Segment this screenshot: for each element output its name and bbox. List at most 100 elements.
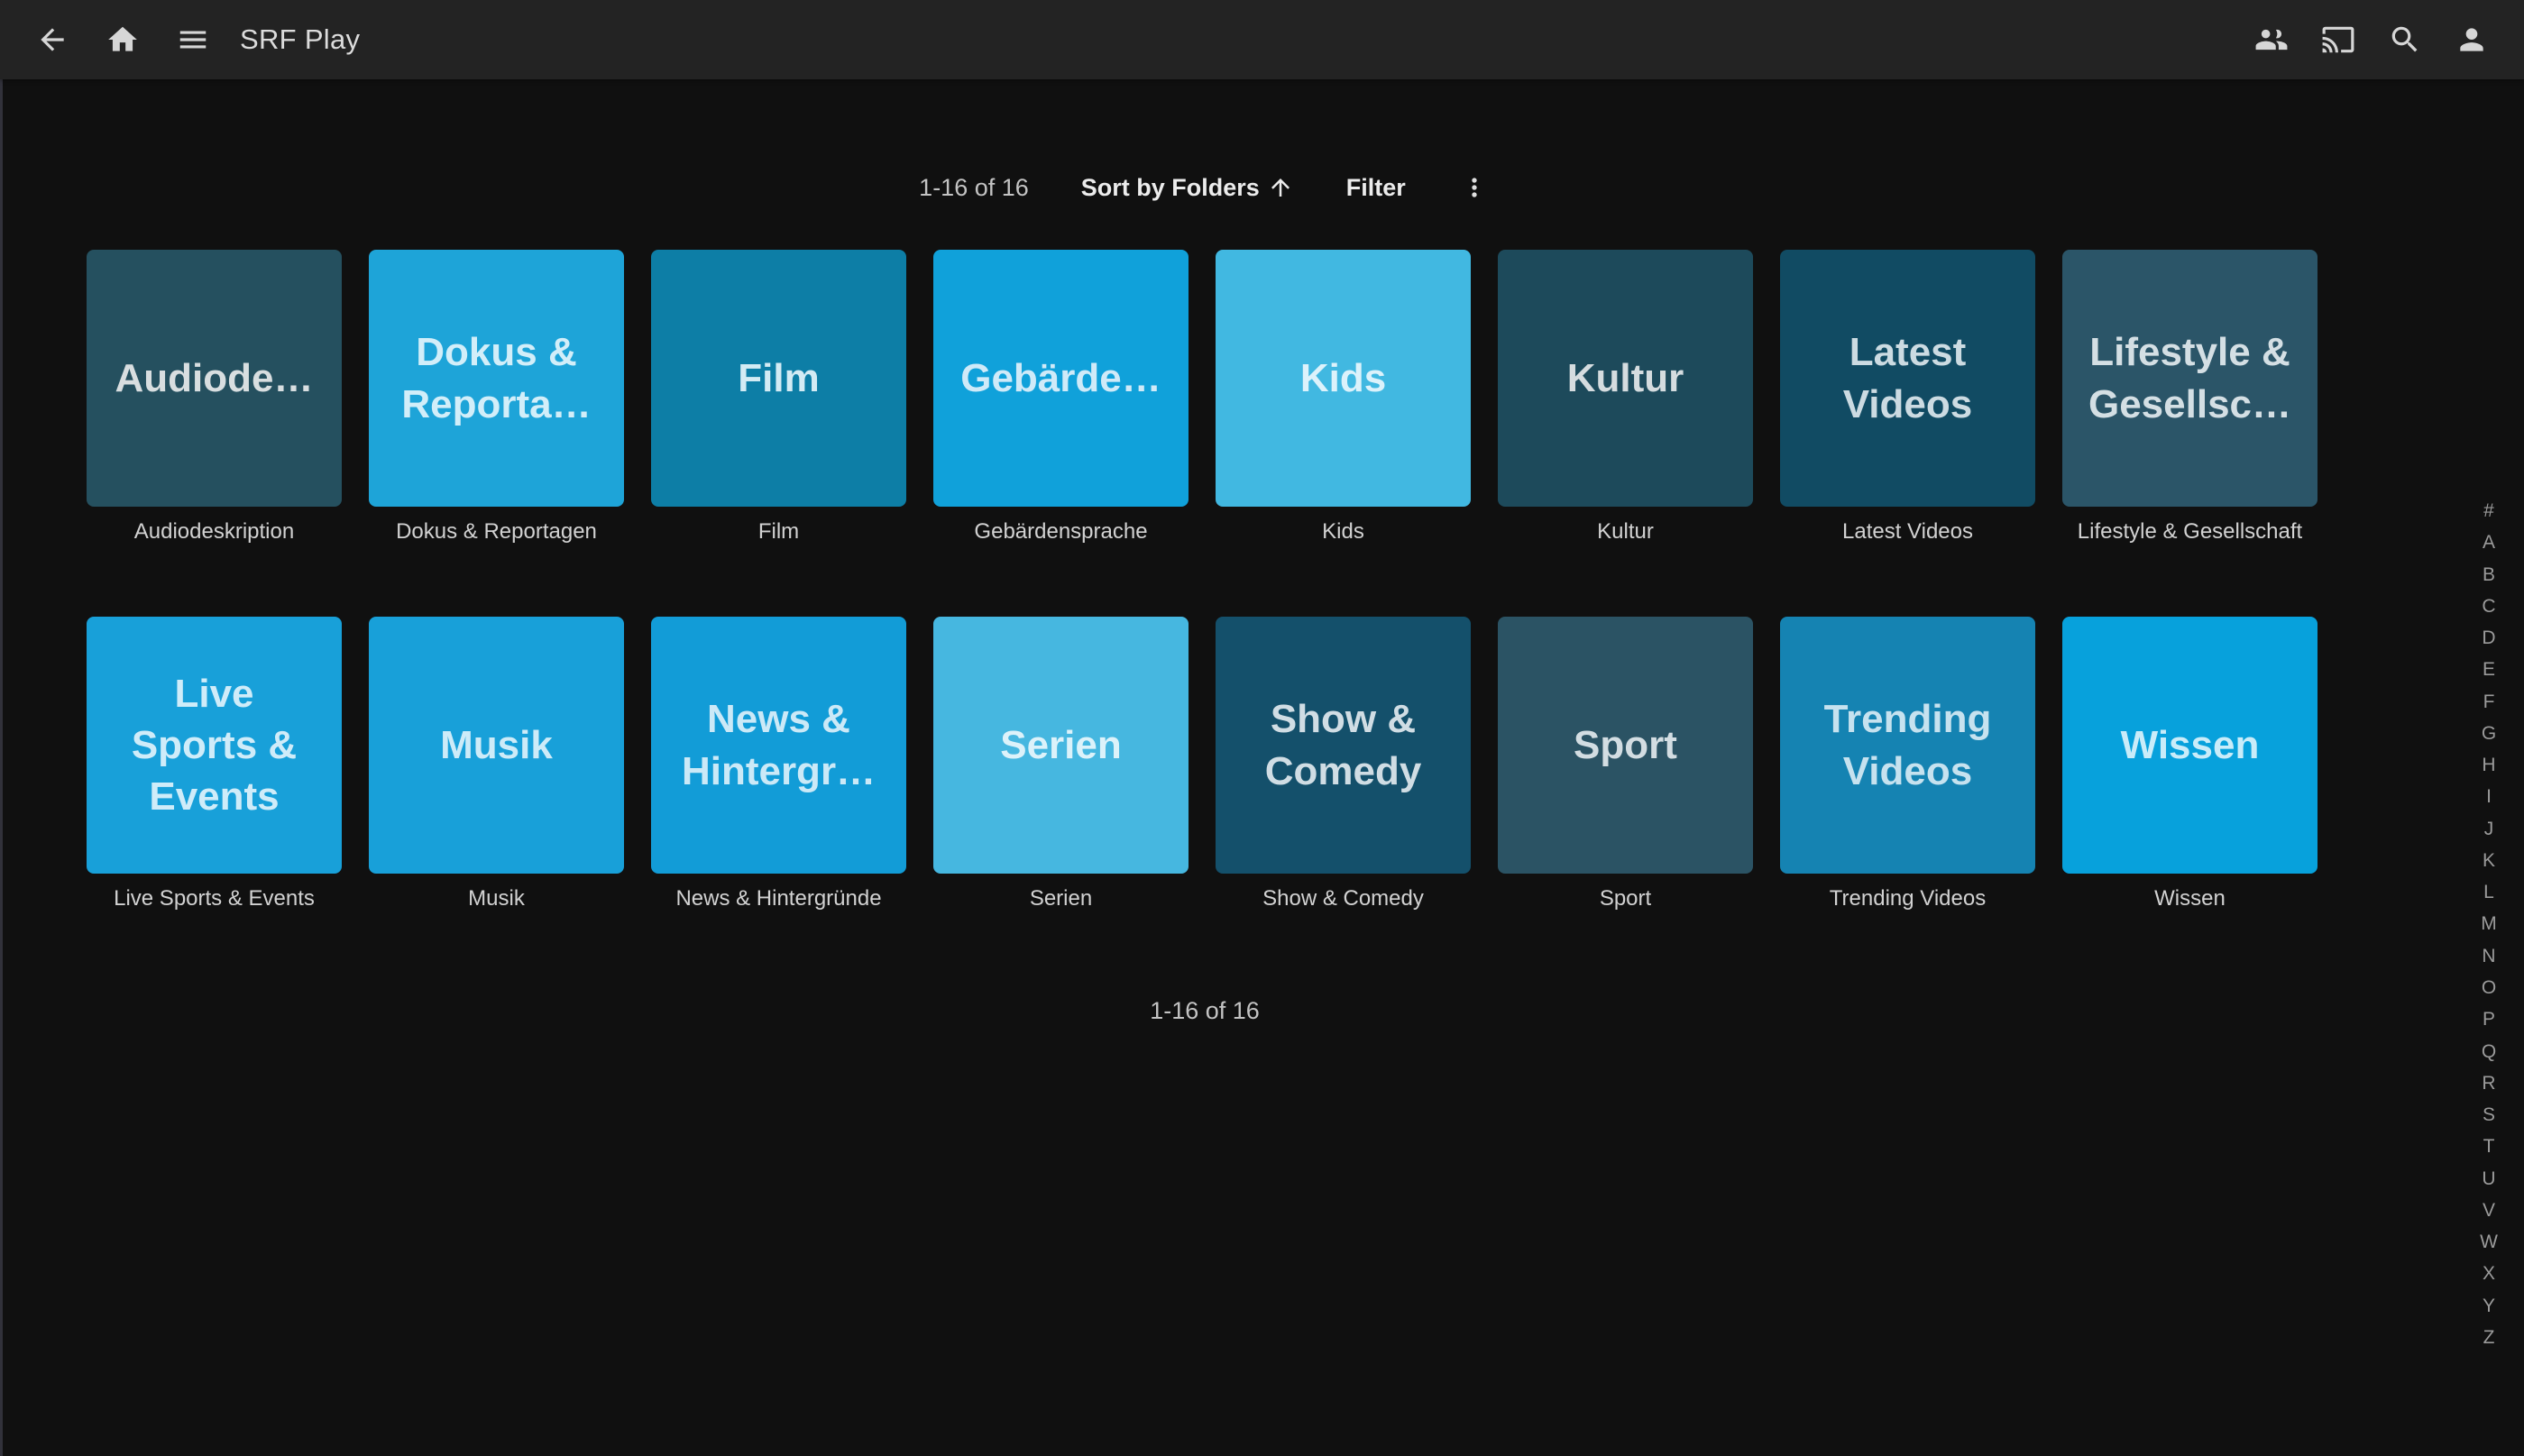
library-tile-image[interactable]: Live Sports & Events [87, 617, 342, 874]
library-tile-image[interactable]: Sport [1498, 617, 1753, 874]
alphabet-letter[interactable]: P [2483, 1010, 2495, 1029]
cast-icon [2321, 23, 2355, 57]
library-tile-caption[interactable]: Sport [1498, 886, 1753, 911]
alphabet-letter[interactable]: A [2483, 533, 2495, 552]
library-tile-title: Serien [993, 719, 1129, 771]
library-tile-caption[interactable]: Audiodeskription [87, 519, 342, 545]
window-edge-line [0, 0, 3, 1456]
library-tile-image[interactable]: News & Hintergr… [651, 617, 906, 874]
alphabet-letter[interactable]: C [2482, 597, 2495, 616]
library-tile-caption[interactable]: Kids [1216, 519, 1471, 545]
alphabet-letter[interactable]: F [2483, 692, 2495, 711]
arrow-upward-icon [1267, 174, 1294, 201]
alphabet-letter[interactable]: S [2483, 1105, 2495, 1124]
alphabet-letter[interactable]: V [2483, 1201, 2495, 1220]
library-tile: Lifestyle & Gesellsc… Lifestyle & Gesell… [2062, 250, 2317, 545]
library-tile-image[interactable]: Wissen [2062, 617, 2317, 874]
app-bar: SRF Play [0, 0, 2524, 79]
library-tile: Kultur Kultur [1498, 250, 1753, 545]
library-tile-title: Audiode… [108, 353, 321, 404]
alphabet-letter[interactable]: W [2480, 1232, 2498, 1251]
home-icon [106, 23, 140, 57]
alphabet-letter[interactable]: J [2484, 820, 2494, 838]
alphabet-letter[interactable]: U [2482, 1169, 2495, 1188]
alphabet-picker[interactable]: # ABCDEFGHIJKLMNOPQRSTUVWXYZ [2474, 501, 2504, 1347]
home-button[interactable] [105, 22, 141, 58]
footer-item-count: 1-16 of 16 [0, 997, 2409, 1025]
library-tile-title: News & Hintergr… [675, 693, 883, 796]
menu-button[interactable] [175, 22, 211, 58]
alphabet-letter[interactable]: G [2482, 724, 2496, 743]
library-tile: Film Film [651, 250, 906, 545]
library-tile-caption[interactable]: Lifestyle & Gesellschaft [2062, 519, 2317, 545]
alphabet-letter[interactable]: L [2483, 883, 2494, 902]
library-tile: Musik Musik [369, 617, 624, 911]
library-tile-image[interactable]: Show & Comedy [1216, 617, 1471, 874]
library-tile-caption[interactable]: Musik [369, 886, 624, 911]
library-tile-caption[interactable]: Latest Videos [1780, 519, 2035, 545]
library-tile-image[interactable]: Kultur [1498, 250, 1753, 507]
user-button[interactable] [2454, 22, 2490, 58]
alphabet-letter[interactable]: O [2482, 978, 2496, 997]
library-tile-image[interactable]: Musik [369, 617, 624, 874]
back-button[interactable] [34, 22, 70, 58]
app-bar-left [34, 22, 211, 58]
library-tile-image[interactable]: Kids [1216, 250, 1471, 507]
library-tile-title: Sport [1566, 719, 1684, 771]
alphabet-letter[interactable]: Y [2483, 1296, 2495, 1315]
alphabet-letter[interactable]: E [2483, 660, 2495, 679]
library-tile-image[interactable]: Dokus & Reporta… [369, 250, 624, 507]
library-tile-caption[interactable]: Serien [933, 886, 1189, 911]
library-tile-image[interactable]: Film [651, 250, 906, 507]
library-tile: Audiode… Audiodeskription [87, 250, 342, 545]
library-tile-caption[interactable]: Wissen [2062, 886, 2317, 911]
library-tile-caption[interactable]: Film [651, 519, 906, 545]
library-tile-caption[interactable]: Trending Videos [1780, 886, 2035, 911]
alphabet-letter[interactable]: M [2481, 914, 2497, 933]
people-button[interactable] [2253, 22, 2290, 58]
search-button[interactable] [2387, 22, 2423, 58]
library-tile-caption[interactable]: Kultur [1498, 519, 1753, 545]
library-tile-title: Trending Videos [1817, 693, 1999, 796]
alphabet-letter[interactable]: H [2482, 755, 2495, 774]
alphabet-letter[interactable]: T [2483, 1137, 2495, 1156]
alphabet-letter[interactable]: K [2483, 851, 2495, 870]
library-tile-caption[interactable]: Live Sports & Events [87, 886, 342, 911]
alphabet-letter[interactable]: N [2482, 947, 2495, 966]
library-tile: Kids Kids [1216, 250, 1471, 545]
alphabet-letter[interactable]: D [2482, 628, 2495, 647]
alphabet-letter[interactable]: # [2483, 501, 2494, 520]
library-tile-image[interactable]: Lifestyle & Gesellsc… [2062, 250, 2317, 507]
library-tile-caption[interactable]: Gebärdensprache [933, 519, 1189, 545]
alphabet-letter[interactable]: Z [2483, 1328, 2495, 1347]
library-tile-image[interactable]: Audiode… [87, 250, 342, 507]
page-title: SRF Play [240, 23, 360, 56]
sort-button-label: Sort by Folders [1081, 174, 1260, 202]
library-tile-image[interactable]: Gebärde… [933, 250, 1189, 507]
overflow-menu-button[interactable] [1458, 171, 1491, 204]
alphabet-letter[interactable]: R [2482, 1074, 2495, 1093]
alphabet-letter[interactable]: Q [2482, 1042, 2496, 1061]
search-icon [2388, 23, 2422, 57]
library-tile-title: Lifestyle & Gesellsc… [2081, 326, 2299, 429]
library-tile: Serien Serien [933, 617, 1189, 911]
cast-button[interactable] [2320, 22, 2356, 58]
sort-button[interactable]: Sort by Folders [1081, 174, 1294, 202]
library-toolbar: 1-16 of 16 Sort by Folders Filter [0, 171, 2409, 204]
library-tile-caption[interactable]: News & Hintergründe [651, 886, 906, 911]
item-count: 1-16 of 16 [919, 174, 1029, 202]
library-tile-title: Kids [1293, 353, 1393, 404]
filter-button[interactable]: Filter [1346, 174, 1406, 202]
library-tile-caption[interactable]: Show & Comedy [1216, 886, 1471, 911]
library-tile-image[interactable]: Trending Videos [1780, 617, 2035, 874]
library-tile-caption[interactable]: Dokus & Reportagen [369, 519, 624, 545]
library-tile-title: Dokus & Reporta… [394, 326, 598, 429]
library-tile-image[interactable]: Latest Videos [1780, 250, 2035, 507]
alphabet-letter[interactable]: I [2486, 787, 2492, 806]
library-tile: Show & Comedy Show & Comedy [1216, 617, 1471, 911]
alphabet-letter[interactable]: B [2483, 565, 2495, 584]
alphabet-letter[interactable]: X [2483, 1264, 2495, 1283]
more-vert-icon [1460, 173, 1489, 202]
library-tile-image[interactable]: Serien [933, 617, 1189, 874]
menu-icon [176, 23, 210, 57]
